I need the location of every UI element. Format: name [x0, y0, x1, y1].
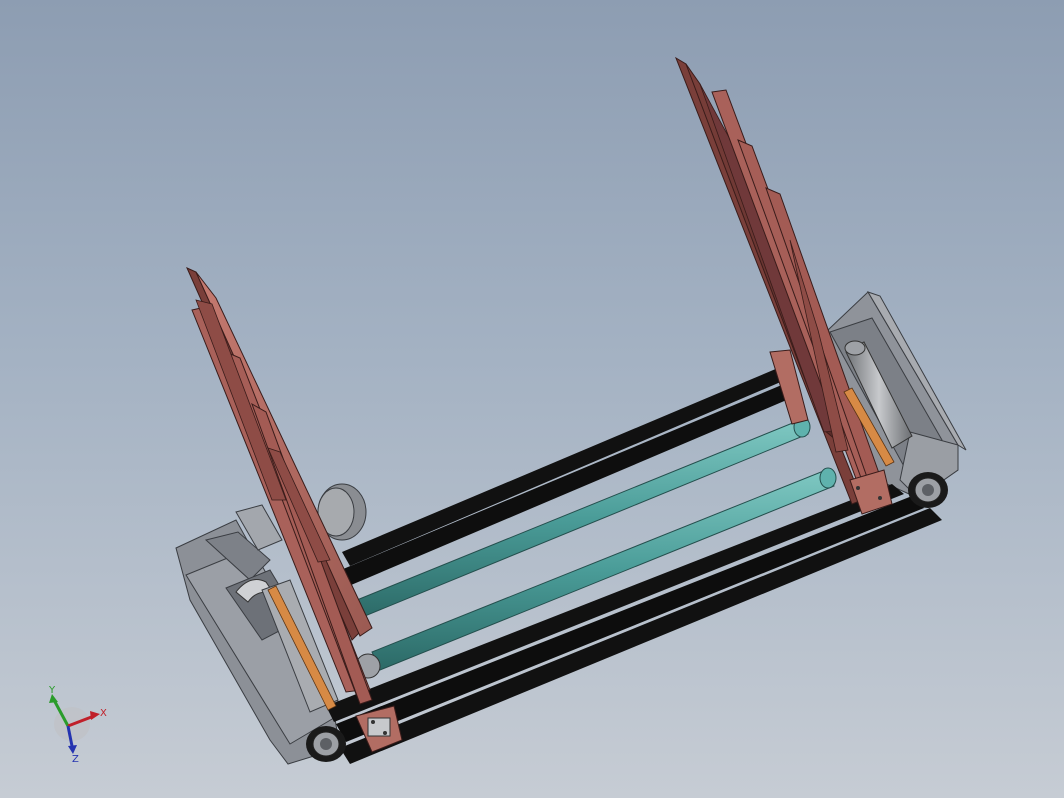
y-axis-label: Y	[48, 685, 56, 696]
x-axis-arrow	[90, 711, 100, 720]
cad-model[interactable]	[0, 0, 1064, 798]
graphics-viewport[interactable]: Y X Z	[0, 0, 1064, 798]
x-axis-label: X	[100, 708, 107, 719]
right-plate-assembly	[674, 56, 895, 515]
orientation-triad[interactable]: Y X Z	[38, 684, 118, 764]
z-axis-arrow	[68, 745, 77, 754]
pulley-left	[306, 726, 346, 762]
pulley-right	[908, 472, 948, 508]
z-axis-label: Z	[72, 754, 79, 764]
